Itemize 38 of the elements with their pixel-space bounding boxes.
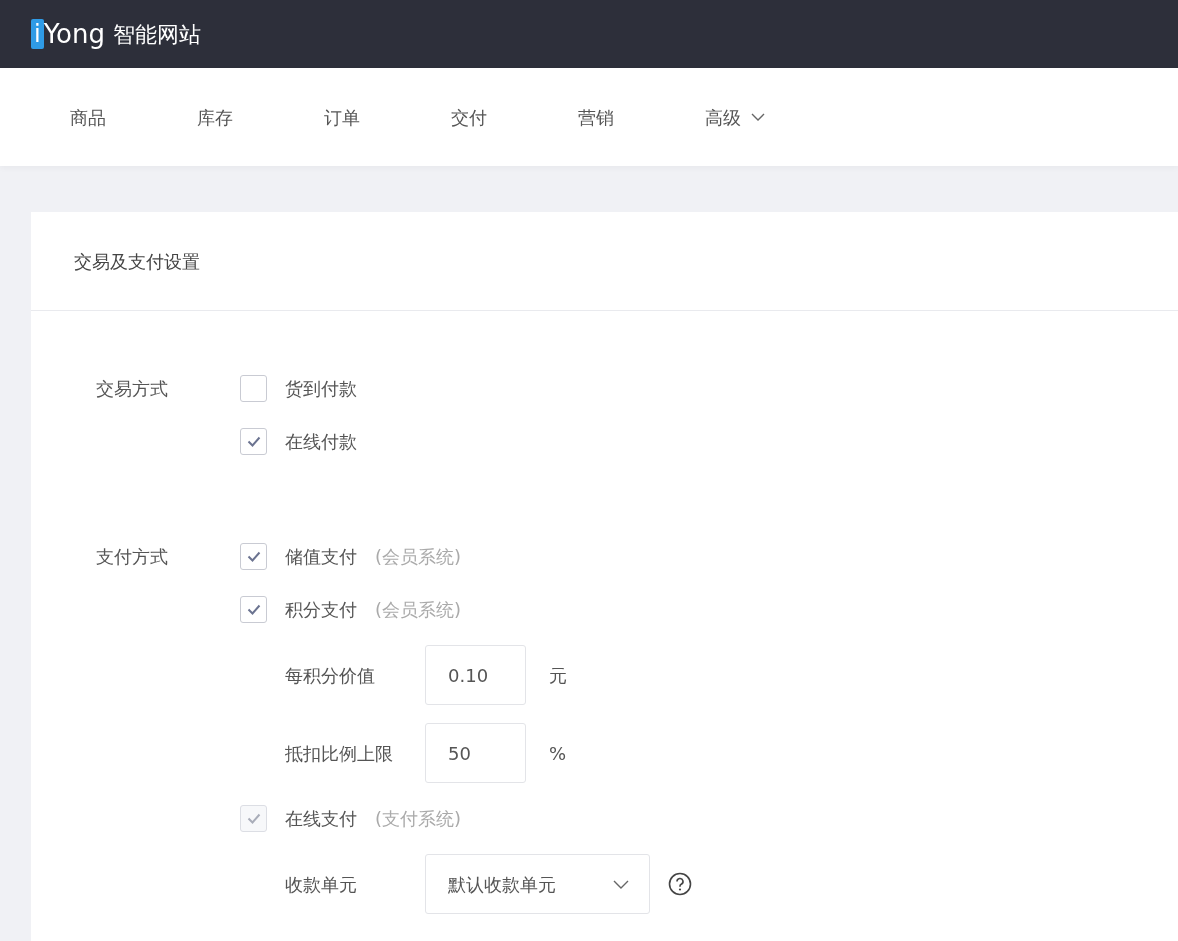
checkmark-icon (246, 813, 261, 824)
checkbox-label: 积分支付 (285, 598, 357, 622)
help-icon[interactable] (668, 872, 692, 896)
logo-mark: i (31, 19, 44, 49)
checkbox-label: 在线支付 (285, 807, 357, 831)
checkbox[interactable] (240, 428, 267, 455)
section-label: 支付方式 (96, 545, 169, 569)
nav-tab[interactable]: 高级 (705, 103, 765, 131)
unit-label: 元 (549, 663, 567, 688)
checkbox-label: 储值支付 (285, 545, 357, 569)
field-label: 每积分价值 (285, 663, 376, 688)
checkbox-label: 货到付款 (285, 377, 357, 401)
card-title: 交易及支付设置 (74, 249, 200, 274)
logo-subtitle: 智能网站 (113, 20, 201, 49)
nav-tab[interactable]: 库存 (197, 103, 324, 131)
nav-tab[interactable]: 营销 (578, 103, 705, 131)
section-label: 交易方式 (96, 377, 169, 401)
unit-label: % (549, 741, 567, 766)
nav-tab[interactable]: 商品 (70, 103, 197, 131)
option-note: (会员系统) (375, 598, 462, 622)
checkbox[interactable] (240, 596, 267, 623)
dropdown-select[interactable]: 默认收款单元 (425, 854, 650, 914)
nav-tab[interactable]: 交付 (451, 103, 578, 131)
logo-name: Yong (43, 17, 105, 51)
input-field[interactable]: 0.10 (425, 645, 526, 705)
checkmark-icon (246, 436, 261, 447)
option-note: (会员系统) (375, 545, 462, 569)
checkmark-icon (246, 604, 261, 615)
chevron-down-icon (613, 879, 629, 889)
checkbox-label: 在线付款 (285, 430, 357, 454)
field-label: 抵扣比例上限 (285, 741, 394, 766)
checkbox[interactable] (240, 543, 267, 570)
nav-tab[interactable]: 订单 (324, 103, 451, 131)
checkmark-icon (246, 551, 261, 562)
input-field[interactable]: 50 (425, 723, 526, 783)
field-label: 收款单元 (285, 872, 358, 897)
option-note: (支付系统) (375, 807, 462, 831)
checkbox[interactable] (240, 375, 267, 402)
